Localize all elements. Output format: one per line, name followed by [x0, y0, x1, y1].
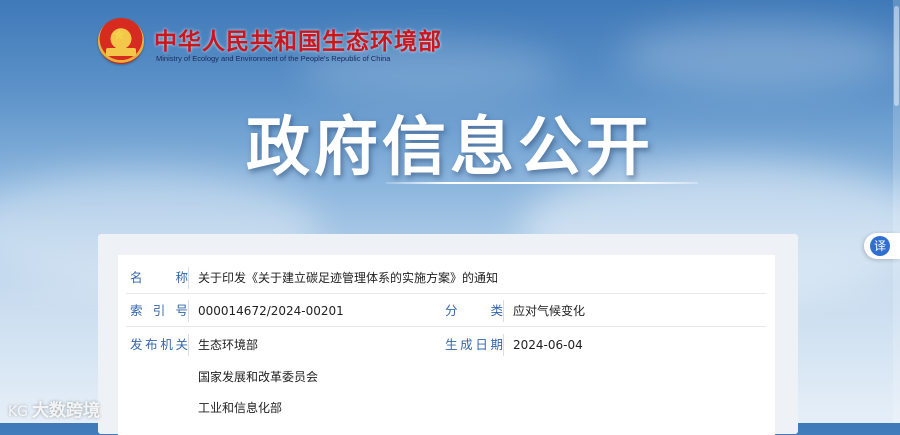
star-icon: ★ [112, 25, 127, 44]
document-name: 关于印发《关于建立碳足迹管理体系的实施方案》的通知 [198, 271, 499, 285]
category-value: 应对气候变化 [513, 304, 586, 318]
issuer-item: 国家发展和改革委员会 [198, 370, 319, 384]
divider [126, 326, 766, 327]
name-label: 名 称 [130, 270, 188, 285]
date-value: 2024-06-04 [513, 338, 583, 352]
watermark-text: 大数跨境 [32, 401, 101, 421]
date-label: 生成日期 [445, 337, 503, 352]
info-card: 名 称 关于印发《关于建立碳足迹管理体系的实施方案》的通知 索 引 号 0000… [118, 255, 775, 435]
category-label: 分 类 [445, 303, 503, 318]
org-name-cn[interactable]: 中华人民共和国生态环境部 [154, 22, 442, 56]
issuer-row: 发布机关 生态环境部 生成日期 2024-06-04 [118, 334, 775, 356]
scrollbar[interactable] [893, 0, 900, 423]
cloud-decoration [620, 20, 900, 90]
divider [126, 293, 766, 294]
watermark: KG 大数跨境 [8, 396, 100, 421]
issuer-label: 发布机关 [130, 337, 188, 352]
title-underline [386, 182, 698, 184]
scrollbar-thumb[interactable] [894, 6, 899, 106]
issuer-item: 工业和信息化部 [198, 401, 283, 415]
watermark-logo-icon: KG [8, 404, 29, 420]
page-title: 政府信息公开 [246, 111, 654, 185]
issuer-row: 国家发展和改革委员会 [118, 366, 775, 388]
index-number: 000014672/2024-00201 [198, 304, 344, 318]
index-label: 索 引 号 [130, 303, 188, 318]
national-emblem-icon: ★ [98, 18, 144, 64]
index-row: 索 引 号 000014672/2024-00201 分 类 应对气候变化 [118, 300, 775, 322]
name-row: 名 称 关于印发《关于建立碳足迹管理体系的实施方案》的通知 [118, 267, 775, 289]
issuer-item: 生态环境部 [198, 338, 259, 352]
translate-icon[interactable]: 译 [870, 236, 890, 256]
issuer-row: 工业和信息化部 [118, 397, 775, 419]
org-name-en: Ministry of Ecology and Environment of t… [156, 54, 391, 63]
